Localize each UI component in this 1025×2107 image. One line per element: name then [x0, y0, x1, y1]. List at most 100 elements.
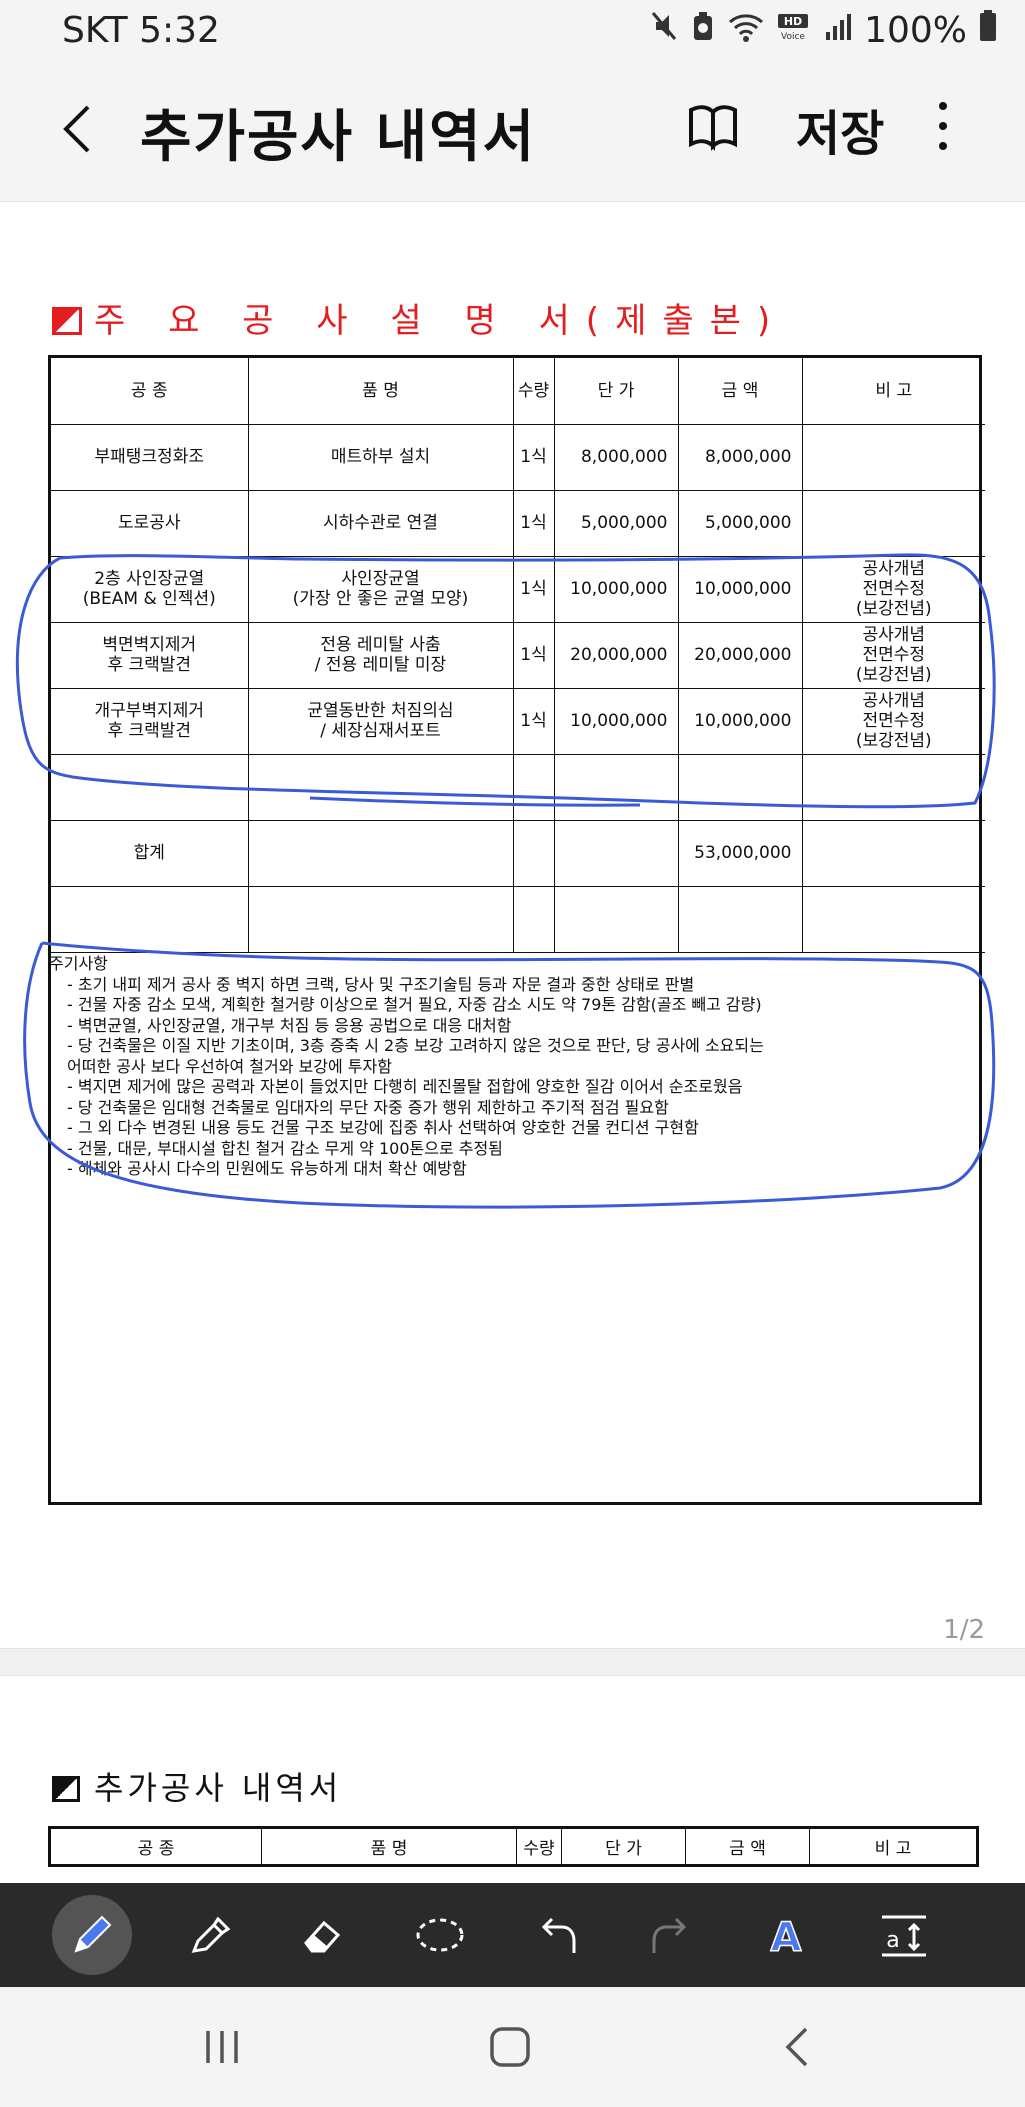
cell-item — [247, 885, 514, 953]
header-cell: 금 액 — [685, 1827, 810, 1866]
table-row: 개구부벽지제거 후 크랙발견 균열동반한 처짐의심 / 세장심재서포트 1식 10,000… — [51, 687, 985, 755]
cell-unit-price: 10,000,000 — [553, 687, 679, 755]
document-page[interactable]: 주 요 공 사 설 명 서(제출본) 공 종 품 명 수량 단 가 금 액 비 … — [0, 203, 1025, 1883]
cell-remark: 공사개념 전면수정 (보강전념) — [801, 621, 985, 689]
cell-item — [247, 753, 514, 821]
cell-item: 매트하부 설치 — [247, 424, 514, 491]
undo-icon[interactable] — [524, 1903, 588, 1967]
note-item: - 벽지면 제거에 많은 공력과 자본이 들었지만 다행히 레진몰탈 접합에 양… — [67, 1077, 743, 1096]
cell-trade: 합계 — [51, 819, 249, 887]
lasso-icon[interactable] — [408, 1903, 472, 1967]
carrier-time: SKT 5:32 — [62, 10, 220, 51]
app-bar: 추가공사 내역서 저장 — [0, 62, 1025, 202]
header-cell: 수량 — [516, 1827, 562, 1866]
cell-remark — [801, 424, 985, 491]
cell-qty — [512, 819, 555, 887]
notes-list: - 초기 내피 제거 공사 중 벽지 하면 크랙, 당사 및 구조기술팀 등과 … — [57, 975, 985, 1180]
note-item: - 건물, 대문, 부대시설 합친 철거 감소 무게 약 100톤으로 추정됨 — [67, 1138, 503, 1158]
pen-icon[interactable] — [52, 1895, 132, 1975]
recycle-icon — [690, 10, 716, 51]
table-row: 벽면벽지제거 후 크랙발견 전용 레미탈 사춤 / 전용 레미탈 미장 1식 20,000… — [51, 621, 985, 689]
note-item: - 당 건축물은 임대형 건축물로 임대자의 무단 자중 증가 행위 제한하고 … — [67, 1097, 669, 1117]
pen-toolbar: A a — [0, 1883, 1025, 1987]
eraser-icon[interactable] — [290, 1903, 354, 1967]
header-cell: 공 종 — [49, 1827, 262, 1866]
cell-unit-price — [553, 885, 679, 953]
cell-qty: 1식 — [512, 555, 555, 623]
cell-item: 균열동반한 처짐의심 / 세장심재서포트 — [247, 687, 514, 755]
battery-percent: 100% — [864, 10, 967, 51]
header-cell: 금 액 — [677, 358, 803, 425]
cell-trade: 부패탱크정화조 — [51, 424, 249, 491]
wifi-icon — [728, 10, 764, 51]
back-arrow-icon[interactable] — [48, 97, 112, 161]
back-icon[interactable] — [768, 2017, 828, 2077]
highlighter-icon[interactable] — [176, 1903, 240, 1967]
cell-unit-price: 8,000,000 — [553, 424, 679, 491]
cell-remark — [801, 489, 985, 557]
cell-unit-price — [553, 819, 679, 887]
cell-trade: 도로공사 — [51, 489, 249, 557]
status-icons: HD Voice 100% — [650, 10, 997, 51]
page2-title: 추가공사 내역서 — [52, 1763, 342, 1809]
cell-qty: 1식 — [512, 489, 555, 557]
cost-table: 공 종 품 명 수량 단 가 금 액 비 고 부패탱크정화조 매트하부 설치 1식 8… — [51, 358, 985, 953]
cell-unit-price: 20,000,000 — [553, 621, 679, 689]
cell-amount: 8,000,000 — [677, 424, 803, 491]
hd-voice-icon: HD Voice — [776, 10, 812, 51]
cell-amount: 5,000,000 — [677, 489, 803, 557]
cell-qty — [512, 753, 555, 821]
battery-icon — [979, 10, 997, 51]
cell-remark — [801, 885, 985, 953]
note-item: - 건물 자중 감소 모색, 계획한 철거량 이상으로 철거 필요, 자중 감소… — [67, 995, 762, 1014]
note-item: - 해체와 공사시 다수의 민원에도 유능하게 대처 확산 예방함 — [67, 1159, 467, 1178]
header-cell: 비 고 — [801, 358, 985, 425]
table-row: 2층 사인장균열 (BEAM & 인젝션) 사인장균열 (가장 안 좋은 균열 모양)… — [51, 555, 985, 623]
cell-trade — [51, 885, 249, 953]
cell-amount: 10,000,000 — [677, 555, 803, 623]
note-item: - 초기 내피 제거 공사 중 벽지 하면 크랙, 당사 및 구조기술팀 등과 … — [67, 974, 695, 994]
notes-heading: 주기사항 — [49, 954, 108, 973]
svg-text:Voice: Voice — [781, 32, 805, 42]
header-cell: 품 명 — [261, 1827, 517, 1866]
more-vertical-icon[interactable] — [930, 102, 956, 158]
recent-apps-icon[interactable] — [192, 2017, 252, 2077]
table-row — [51, 753, 985, 821]
cell-amount — [677, 885, 803, 953]
cell-unit-price: 5,000,000 — [553, 489, 679, 557]
cell-amount: 10,000,000 — [677, 687, 803, 755]
cell-trade: 벽면벽지제거 후 크랙발견 — [51, 621, 249, 689]
page-indicator: 1/2 — [943, 1615, 985, 1645]
signal-icon — [824, 10, 852, 51]
text-style-icon[interactable]: A — [754, 1903, 818, 1967]
svg-text:HD: HD — [784, 15, 802, 28]
header-cell: 공 종 — [51, 358, 249, 425]
table-header-row: 공 종 품 명 수량 단 가 금 액 비 고 — [49, 1827, 978, 1866]
cell-trade: 개구부벽지제거 후 크랙발견 — [51, 687, 249, 755]
cell-amount — [677, 753, 803, 821]
cell-remark — [801, 819, 985, 887]
svg-text:a: a — [886, 1928, 899, 1953]
note-item: - 그 외 다수 변경된 내용 등도 건물 구조 보강에 집중 취사 선택하여 … — [67, 1118, 699, 1137]
notes-section: 주기사항 - 초기 내피 제거 공사 중 벽지 하면 크랙, 당사 및 구조기술… — [49, 954, 985, 1180]
save-button[interactable]: 저장 — [796, 94, 884, 164]
redo-icon[interactable] — [640, 1903, 704, 1967]
cell-unit-price: 10,000,000 — [553, 555, 679, 623]
cell-qty: 1식 — [512, 687, 555, 755]
cell-trade: 2층 사인장균열 (BEAM & 인젝션) — [51, 555, 249, 623]
page2-table: 공 종 품 명 수량 단 가 금 액 비 고 — [48, 1826, 979, 1867]
text-size-icon[interactable]: a — [872, 1903, 936, 1967]
page-separator — [0, 1648, 1025, 1676]
cell-amount: 53,000,000 — [677, 819, 803, 887]
mute-icon — [650, 10, 678, 51]
header-cell: 수량 — [512, 358, 555, 425]
header-cell: 비 고 — [809, 1827, 978, 1866]
cell-qty: 1식 — [512, 424, 555, 491]
book-icon[interactable] — [686, 100, 740, 154]
table-row: 도로공사 시하수관로 연결 1식 5,000,000 5,000,000 — [51, 489, 985, 557]
home-icon[interactable] — [480, 2017, 540, 2077]
cell-unit-price — [553, 753, 679, 821]
cell-item: 전용 레미탈 사춤 / 전용 레미탈 미장 — [247, 621, 514, 689]
cell-qty: 1식 — [512, 621, 555, 689]
status-bar: SKT 5:32 HD Voice 100% — [0, 0, 1025, 62]
